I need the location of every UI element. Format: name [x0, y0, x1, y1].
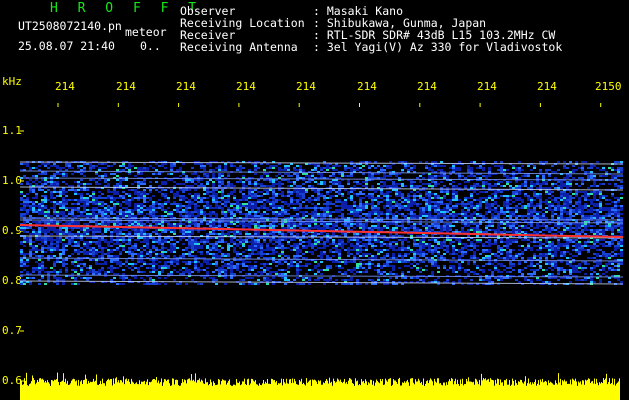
antenna-value: : 3el Yagi(V) Az 330 for Vladivostok — [313, 40, 563, 54]
type-label: meteor — [125, 25, 167, 39]
y-tick-label: 1.0 — [2, 174, 22, 187]
x-tick-label: 214 — [55, 80, 75, 93]
y-tick-label: 1.1 — [2, 124, 22, 137]
y-tick-label: 0.8 — [2, 274, 22, 287]
y-tick-label: 0.9 — [2, 224, 22, 237]
x-tick-label: 214 — [116, 80, 136, 93]
spectrogram-plot — [20, 103, 623, 400]
x-tick-label: 214 — [296, 80, 316, 93]
filename-label: UT2508072140.pn — [18, 19, 122, 33]
x-tick-label: 214 — [236, 80, 256, 93]
y-unit-label: kHz — [2, 75, 22, 88]
x-tick-label: 214 — [537, 80, 557, 93]
antenna-label: Receiving Antenna — [180, 40, 298, 54]
y-tick-label: 0.7 — [2, 324, 22, 337]
power-histogram — [20, 372, 620, 400]
x-tick-label: 214 — [417, 80, 437, 93]
x-tick-label: 2150 — [595, 80, 622, 93]
y-tick-label: 0.6 — [2, 374, 22, 387]
x-tick-label: 214 — [477, 80, 497, 93]
count-label: 0.. — [140, 39, 161, 53]
x-tick-label: 214 — [357, 80, 377, 93]
x-tick-label: 214 — [176, 80, 196, 93]
datetime-label: 25.08.07 21:40 — [18, 39, 115, 53]
